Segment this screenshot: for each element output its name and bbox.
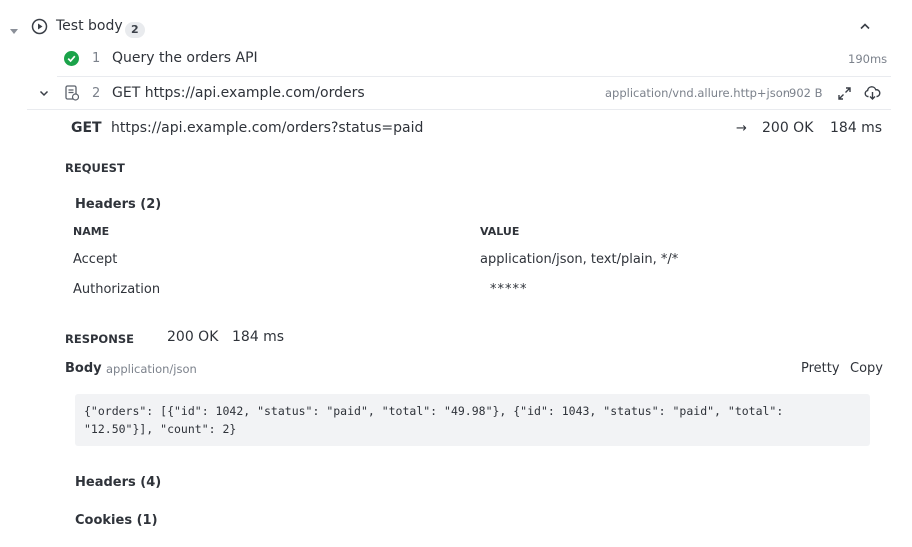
attachment-size: 902 B — [789, 86, 823, 100]
response-section-time: 184 ms — [232, 329, 285, 345]
chevron-up-icon — [860, 23, 870, 30]
step-passed-status — [64, 51, 79, 70]
response-section-status: 200 OK — [167, 329, 219, 345]
request-headers-title[interactable]: Headers (2) — [75, 197, 161, 212]
caret-down-icon — [10, 29, 18, 34]
section-count-badge: 2 — [125, 22, 145, 38]
response-body-type: application/json — [106, 362, 197, 376]
expand-attachment-toggle[interactable] — [35, 84, 53, 102]
response-body-label: Body — [65, 361, 102, 376]
download-button[interactable] — [863, 84, 881, 102]
request-url: https://api.example.com/orders?status=pa… — [111, 120, 424, 136]
step-duration: 190ms — [848, 52, 888, 66]
header-value-masked: ***** — [490, 282, 528, 297]
download-icon — [864, 86, 880, 100]
chevron-down-icon — [39, 90, 49, 96]
section-title[interactable]: Test body — [56, 18, 123, 34]
expand-icon — [837, 86, 851, 100]
attachment-size-separator: · — [783, 86, 787, 100]
check-circle-icon — [64, 51, 79, 66]
pretty-button[interactable]: Pretty — [801, 361, 840, 376]
response-headers-title[interactable]: Headers (4) — [75, 475, 161, 490]
step-number: 2 — [92, 86, 101, 101]
response-status: 200 OK — [762, 120, 814, 136]
step-number: 1 — [92, 51, 101, 66]
step-title[interactable]: GET https://api.example.com/orders — [112, 85, 365, 101]
headers-name-column: NAME — [73, 225, 110, 238]
header-name: Accept — [73, 252, 118, 267]
headers-value-column: VALUE — [480, 225, 520, 238]
copy-button[interactable]: Copy — [850, 361, 883, 376]
response-body-code: {"orders": [{"id": 1042, "status": "paid… — [75, 394, 870, 446]
header-value: application/json, text/plain, */* — [480, 252, 679, 267]
fullscreen-button[interactable] — [835, 84, 853, 102]
step-title[interactable]: Query the orders API — [112, 50, 258, 66]
collapse-section-button[interactable] — [856, 17, 874, 35]
response-arrow: → — [736, 121, 747, 136]
attachment-mime-type: application/vnd.allure.http+json — [605, 86, 791, 100]
response-section-label: RESPONSE — [65, 332, 134, 346]
http-method: GET — [71, 120, 102, 136]
http-attachment-icon — [65, 85, 80, 105]
section-collapse-caret[interactable] — [9, 21, 19, 40]
response-cookies-title[interactable]: Cookies (1) — [75, 513, 158, 528]
request-section-label: REQUEST — [65, 161, 125, 175]
response-body-text: {"orders": [{"id": 1042, "status": "paid… — [84, 404, 784, 436]
play-circle-icon — [31, 18, 48, 39]
response-time: 184 ms — [830, 120, 883, 136]
header-name: Authorization — [73, 282, 161, 297]
